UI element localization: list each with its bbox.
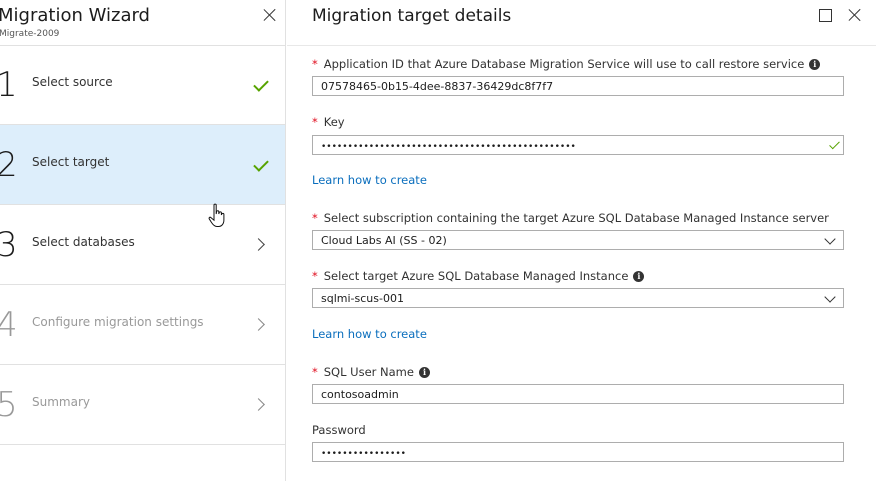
key-label-text: Key [323,115,345,129]
learn-how-to-create-link[interactable]: Learn how to create [312,327,427,341]
step-number: 5 [0,385,18,425]
chevron-right-icon [252,235,272,255]
step-label: Summary [32,395,90,409]
app-id-label-text: Application ID that Azure Database Migra… [323,57,805,71]
step-label: Select source [32,75,113,89]
managed-instance-dropdown[interactable]: sqlmi-scus-001 [312,288,844,308]
hand-pointer-icon [208,203,225,227]
checkmark-icon [252,155,272,175]
required-marker: * [312,57,318,71]
password-input[interactable]: •••••••••••••••• [312,442,844,462]
wizard-step-configure-migration-settings[interactable]: 4 Configure migration settings [0,285,285,365]
chevron-down-icon [825,235,835,245]
chevron-down-icon [825,293,835,303]
maximize-icon[interactable] [819,9,832,22]
step-label: Select databases [32,235,135,249]
learn-how-to-create-link[interactable]: Learn how to create [312,173,427,187]
required-marker: * [312,269,318,283]
sql-user-input[interactable]: contosoadmin [312,384,844,404]
subscription-label: * Select subscription containing the targ… [312,211,829,225]
managed-instance-label: * Select target Azure SQL Database Manage… [312,269,645,283]
info-icon[interactable]: i [809,59,821,70]
chevron-right-icon [252,395,272,415]
blade-title: Migration target details [312,6,512,26]
app-id-value: 07578465-0b15-4dee-8837-36429dc8f7f7 [321,80,554,93]
checkmark-icon [252,75,272,95]
sql-user-label: * SQL User Name i [312,365,430,379]
wizard-step-select-source[interactable]: 1 Select source [0,45,285,125]
subscription-selected-value: Cloud Labs AI (SS - 02) [321,234,447,247]
step-label: Select target [32,155,110,169]
wizard-header: Migration Wizard Migrate-2009 [0,0,285,46]
key-password-input[interactable]: ••••••••••••••••••••••••••••••••••••••••… [312,135,844,155]
managed-instance-selected-value: sqlmi-scus-001 [321,292,404,305]
target-details-blade: Migration target details * Application ID… [287,0,876,481]
required-marker: * [312,115,318,129]
app-id-label: * Application ID that Azure Database Migr… [312,57,821,71]
key-label: * Key [312,115,345,129]
app-id-input[interactable]: 07578465-0b15-4dee-8837-36429dc8f7f7 [312,76,844,96]
key-masked-value: ••••••••••••••••••••••••••••••••••••••••… [321,142,576,152]
password-masked-value: •••••••••••••••• [321,449,406,459]
wizard-step-select-databases[interactable]: 3 Select databases [0,205,285,285]
wizard-step-select-target[interactable]: 2 Select target [0,125,285,205]
step-number: 3 [0,225,18,265]
wizard-subtitle: Migrate-2009 [0,29,60,39]
step-label: Configure migration settings [32,315,204,329]
chevron-right-icon [252,315,272,335]
password-label: Password [312,423,366,437]
sql-user-label-text: SQL User Name [323,365,414,379]
step-number: 1 [0,65,18,105]
info-icon[interactable]: i [418,367,430,378]
wizard-title: Migration Wizard [0,5,150,26]
step-number: 4 [0,305,18,345]
info-icon[interactable]: i [633,271,645,282]
checkmark-icon [828,139,840,151]
subscription-label-text: Select subscription containing the targe… [323,211,829,225]
required-marker: * [312,211,318,225]
wizard-blade: Migration Wizard Migrate-2009 1 Select s… [0,0,286,481]
close-icon[interactable] [846,6,864,24]
subscription-dropdown[interactable]: Cloud Labs AI (SS - 02) [312,230,844,250]
close-icon[interactable] [261,6,279,24]
required-marker: * [312,365,318,379]
managed-instance-label-text: Select target Azure SQL Database Managed… [323,269,629,283]
step-number: 2 [0,145,18,185]
wizard-step-summary[interactable]: 5 Summary [0,365,285,445]
sql-user-value: contosoadmin [321,388,399,401]
blade-header: Migration target details [287,0,876,46]
